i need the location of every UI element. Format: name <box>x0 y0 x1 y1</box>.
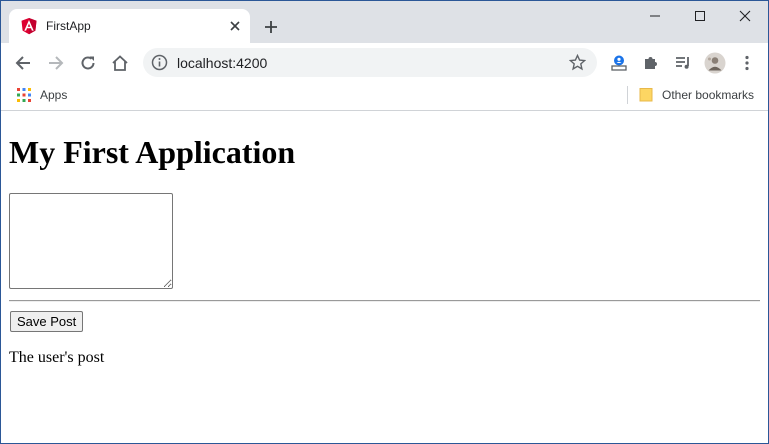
menu-kebab-icon[interactable] <box>734 50 760 76</box>
tab-title: FirstApp <box>46 19 91 33</box>
minimize-icon[interactable] <box>632 1 678 31</box>
bookmarks-bar: Apps Other bookmarks <box>1 81 768 111</box>
extensions-puzzle-icon[interactable] <box>638 50 664 76</box>
apps-grid-icon[interactable] <box>16 87 32 103</box>
bookmark-star-icon[interactable] <box>568 53 587 71</box>
post-output-text: The user's post <box>9 349 105 366</box>
tab-firstapp[interactable]: FirstApp <box>9 9 250 43</box>
angular-icon <box>21 18 37 35</box>
apps-bookmark[interactable]: Apps <box>40 88 67 102</box>
bookmarks-separator <box>627 86 628 104</box>
address-url: localhost:4200 <box>177 55 268 71</box>
reload-icon[interactable] <box>75 50 101 76</box>
page-title: My First Application <box>9 134 296 170</box>
back-icon[interactable] <box>10 50 36 76</box>
browser-toolbar: localhost:4200 <box>1 43 768 81</box>
forward-icon[interactable] <box>43 50 69 76</box>
address-bar[interactable]: localhost:4200 <box>143 48 597 77</box>
page-content: My First Application Save Post The user'… <box>1 112 768 443</box>
browser-window: FirstApp localhost:4200 Apps Other bookm… <box>0 0 769 444</box>
horizontal-rule <box>9 300 760 302</box>
home-icon[interactable] <box>107 50 133 76</box>
new-tab-icon[interactable] <box>260 16 282 38</box>
post-textarea[interactable] <box>9 193 173 289</box>
save-post-button[interactable]: Save Post <box>10 311 84 332</box>
folder-icon[interactable] <box>639 87 653 102</box>
site-info-icon[interactable] <box>151 54 168 71</box>
tab-close-icon[interactable] <box>227 18 243 34</box>
other-bookmarks[interactable]: Other bookmarks <box>662 88 754 102</box>
extension-user-icon[interactable] <box>606 50 632 76</box>
media-queue-icon[interactable] <box>670 50 696 76</box>
close-window-icon[interactable] <box>722 1 768 31</box>
profile-avatar-icon[interactable] <box>702 50 728 76</box>
tab-strip: FirstApp <box>1 1 768 43</box>
maximize-icon[interactable] <box>677 1 723 31</box>
